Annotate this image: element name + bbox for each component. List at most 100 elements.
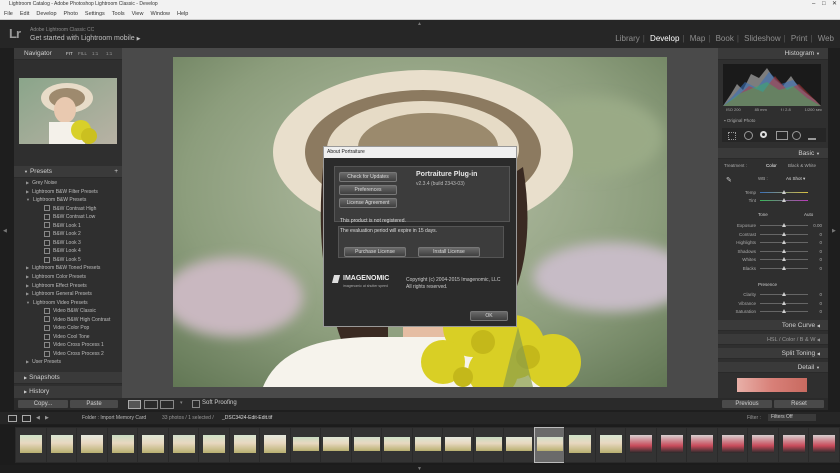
spot-removal-icon[interactable] [744, 131, 753, 140]
radial-filter-icon[interactable] [792, 131, 801, 140]
filmstrip-thumbnail[interactable] [228, 427, 261, 463]
filmstrip-thumbnail[interactable] [45, 427, 78, 463]
maximize-icon[interactable]: □ [822, 0, 826, 9]
minimize-icon[interactable]: – [812, 0, 815, 9]
temp-slider[interactable]: Temp [726, 189, 822, 196]
adjustment-brush-icon[interactable] [808, 131, 816, 140]
filmstrip-thumbnail[interactable] [259, 427, 291, 463]
red-eye-icon[interactable] [760, 131, 767, 138]
filmstrip-thumbnail[interactable] [472, 427, 505, 463]
module-print[interactable]: Print [791, 34, 807, 43]
filmstrip-thumbnail[interactable] [411, 427, 444, 463]
filmstrip-thumbnail[interactable] [808, 427, 840, 463]
preset-item[interactable]: B&W Contrast High [14, 205, 122, 214]
saturation-slider[interactable]: Saturation 0 [726, 308, 822, 315]
preset-folder[interactable]: ▼ Lightroom B&W Presets [14, 196, 122, 205]
soft-proofing-checkbox[interactable] [192, 400, 200, 408]
filmstrip-thumbnail[interactable] [320, 427, 352, 463]
tone-curve-header[interactable]: Tone Curve ◀ [718, 320, 828, 331]
loupe-view-icon[interactable] [128, 400, 141, 409]
menu-view[interactable]: View [132, 11, 144, 17]
eyedropper-icon[interactable]: ✎ [726, 176, 732, 184]
reset-button[interactable]: Reset [774, 400, 824, 408]
before-after-icon[interactable] [144, 400, 158, 409]
detail-preview[interactable] [737, 378, 807, 392]
zoom-fit[interactable]: FIT [66, 48, 73, 59]
menu-tools[interactable]: Tools [112, 11, 125, 17]
filmstrip-thumbnail[interactable] [198, 427, 230, 463]
module-map[interactable]: Map [690, 34, 706, 43]
left-panel-toggle-icon[interactable]: ◀ [3, 228, 7, 234]
filmstrip-thumbnail[interactable] [564, 427, 596, 463]
filmstrip-thumbnail[interactable] [76, 427, 108, 463]
zoom-fill[interactable]: FILL [78, 48, 87, 59]
preset-item[interactable]: B&W Look 3 [14, 239, 122, 248]
paste-button[interactable]: Paste [70, 400, 118, 408]
clarity-slider[interactable]: Clarity 0 [726, 291, 822, 298]
install-license-button[interactable]: Install License [418, 247, 480, 257]
treatment-color[interactable]: Color [766, 163, 777, 168]
menu-develop[interactable]: Develop [36, 11, 56, 17]
menu-help[interactable]: Help [177, 11, 188, 17]
snapshots-header[interactable]: ▶ Snapshots [14, 372, 122, 384]
preset-item[interactable]: B&W Contrast Low [14, 213, 122, 222]
filmstrip-thumbnail[interactable] [15, 427, 47, 463]
copy-button[interactable]: Copy... [18, 400, 68, 408]
filmstrip-thumbnail[interactable] [167, 427, 200, 463]
filmstrip-thumbnail[interactable] [106, 427, 139, 463]
preset-item[interactable]: B&W Look 2 [14, 230, 122, 239]
histogram[interactable] [723, 64, 821, 106]
secondary-display-icon[interactable] [8, 415, 17, 422]
module-slideshow[interactable]: Slideshow [744, 34, 780, 43]
top-panel-toggle-icon[interactable]: ▲ [417, 21, 422, 27]
preset-folder[interactable]: ▶ Lightroom B&W Filter Presets [14, 188, 122, 197]
preset-item[interactable]: B&W Look 4 [14, 247, 122, 256]
menu-window[interactable]: Window [150, 11, 170, 17]
preset-item[interactable]: Video B&W High Contrast [14, 316, 122, 325]
module-book[interactable]: Book [716, 34, 734, 43]
preset-folder[interactable]: ▶ Lightroom Color Presets [14, 273, 122, 282]
check-updates-button[interactable]: Check for Updates [339, 172, 397, 182]
dropdown-arrow-icon[interactable]: ▾ [180, 400, 183, 406]
zoom-1-1[interactable]: 1:1 [92, 48, 98, 59]
filmstrip-source[interactable]: Folder : Import Memory Card [82, 412, 146, 424]
whites-slider[interactable]: Whites 0 [726, 256, 822, 263]
contrast-slider[interactable]: Contrast 0 [726, 231, 822, 238]
tint-slider[interactable]: Tint [726, 197, 822, 204]
bottom-panel-toggle-icon[interactable]: ▼ [417, 466, 422, 472]
crop-tool-icon[interactable] [728, 132, 736, 140]
wb-select[interactable]: As Shot ▾ [786, 176, 805, 182]
module-develop[interactable]: Develop [650, 34, 679, 43]
menu-file[interactable]: File [4, 11, 13, 17]
exposure-slider[interactable]: Exposure 0.00 [726, 222, 822, 229]
detail-header[interactable]: Detail ▼ [718, 362, 828, 373]
preset-folder[interactable]: ▶ User Presets [14, 358, 122, 367]
preset-item[interactable]: Video Cross Process 2 [14, 350, 122, 359]
preset-folder[interactable]: ▼ Lightroom Video Presets [14, 299, 122, 308]
hsl-header[interactable]: HSL / Color / B & W ◀ [718, 334, 828, 345]
filmstrip-thumbnail[interactable] [686, 427, 718, 463]
menu-photo[interactable]: Photo [64, 11, 78, 17]
filmstrip-thumbnail[interactable] [777, 427, 810, 463]
shadows-slider[interactable]: Shadows 0 [726, 248, 822, 255]
mobile-prompt[interactable]: Get started with Lightroom mobile ▶ [30, 35, 140, 42]
filmstrip-thumbnail[interactable] [289, 427, 322, 463]
filmstrip-filename[interactable]: _DSC3424-Edit-Edit.tif [222, 412, 272, 424]
preset-item[interactable]: Video Cross Process 1 [14, 341, 122, 350]
preset-folder[interactable]: ▶ Lightroom Effect Presets [14, 282, 122, 291]
bw-tab[interactable]: B & W [800, 337, 816, 343]
ok-button[interactable]: OK [470, 311, 508, 321]
graduated-filter-icon[interactable] [776, 131, 788, 140]
module-library[interactable]: Library [615, 34, 639, 43]
forward-arrow-icon[interactable]: ▶ [45, 412, 49, 424]
presets-header[interactable]: ▼ Presets + [14, 166, 122, 178]
preset-item[interactable]: Video Cool Tone [14, 333, 122, 342]
blacks-slider[interactable]: Blacks 0 [726, 265, 822, 272]
before-after-split-icon[interactable] [160, 400, 174, 409]
filmstrip-thumbnail[interactable] [655, 427, 688, 463]
filmstrip-thumbnail[interactable] [381, 427, 413, 463]
add-preset-icon[interactable]: + [114, 166, 118, 177]
split-toning-header[interactable]: Split Toning ◀ [718, 348, 828, 359]
filmstrip-thumbnail[interactable] [747, 427, 779, 463]
preset-folder[interactable]: ▶ Lightroom B&W Toned Presets [14, 264, 122, 273]
